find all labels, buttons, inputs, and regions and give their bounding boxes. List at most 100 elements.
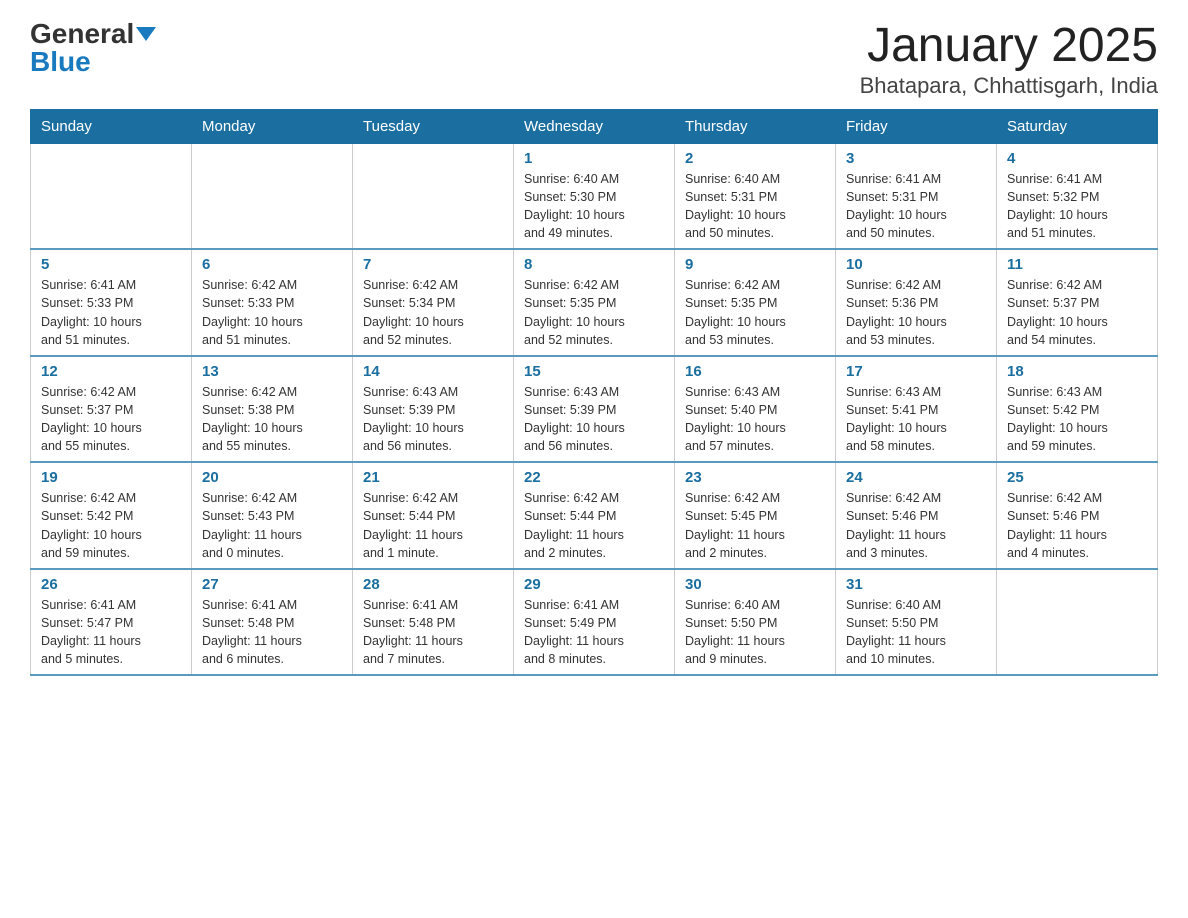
month-title: January 2025 [860, 20, 1158, 73]
calendar-cell: 17 Sunrise: 6:43 AMSunset: 5:41 PMDayligh… [836, 356, 997, 463]
title-section: January 2025 Bhatapara, Chhattisgarh, In… [860, 20, 1158, 99]
days-of-week-row: SundayMondayTuesdayWednesdayThursdayFrid… [31, 109, 1158, 143]
day-number: 23 [685, 469, 825, 486]
day-info: Sunrise: 6:42 AMSunset: 5:37 PMDaylight:… [41, 383, 181, 456]
calendar-cell: 6 Sunrise: 6:42 AMSunset: 5:33 PMDaylight… [192, 249, 353, 356]
day-info: Sunrise: 6:43 AMSunset: 5:42 PMDaylight:… [1007, 383, 1147, 456]
calendar-body: 1 Sunrise: 6:40 AMSunset: 5:30 PMDaylight… [31, 143, 1158, 675]
day-info: Sunrise: 6:41 AMSunset: 5:48 PMDaylight:… [202, 596, 342, 669]
day-number: 10 [846, 256, 986, 273]
day-info: Sunrise: 6:42 AMSunset: 5:34 PMDaylight:… [363, 276, 503, 349]
day-info: Sunrise: 6:43 AMSunset: 5:39 PMDaylight:… [524, 383, 664, 456]
calendar-cell: 16 Sunrise: 6:43 AMSunset: 5:40 PMDayligh… [675, 356, 836, 463]
day-of-week-header: Tuesday [353, 109, 514, 143]
day-info: Sunrise: 6:42 AMSunset: 5:37 PMDaylight:… [1007, 276, 1147, 349]
day-number: 3 [846, 150, 986, 167]
day-number: 31 [846, 576, 986, 593]
day-number: 21 [363, 469, 503, 486]
day-number: 14 [363, 363, 503, 380]
calendar-cell: 24 Sunrise: 6:42 AMSunset: 5:46 PMDayligh… [836, 462, 997, 569]
day-number: 24 [846, 469, 986, 486]
day-info: Sunrise: 6:43 AMSunset: 5:41 PMDaylight:… [846, 383, 986, 456]
calendar-cell: 21 Sunrise: 6:42 AMSunset: 5:44 PMDayligh… [353, 462, 514, 569]
day-info: Sunrise: 6:40 AMSunset: 5:30 PMDaylight:… [524, 170, 664, 243]
day-number: 6 [202, 256, 342, 273]
calendar-cell: 3 Sunrise: 6:41 AMSunset: 5:31 PMDaylight… [836, 143, 997, 249]
calendar-cell: 15 Sunrise: 6:43 AMSunset: 5:39 PMDayligh… [514, 356, 675, 463]
calendar-cell [192, 143, 353, 249]
day-number: 25 [1007, 469, 1147, 486]
calendar-cell: 12Sunrise: 6:42 AMSunset: 5:37 PMDayligh… [31, 356, 192, 463]
calendar-cell: 8 Sunrise: 6:42 AMSunset: 5:35 PMDaylight… [514, 249, 675, 356]
day-info: Sunrise: 6:41 AMSunset: 5:31 PMDaylight:… [846, 170, 986, 243]
day-number: 29 [524, 576, 664, 593]
calendar-cell: 13Sunrise: 6:42 AMSunset: 5:38 PMDayligh… [192, 356, 353, 463]
week-row: 12Sunrise: 6:42 AMSunset: 5:37 PMDayligh… [31, 356, 1158, 463]
logo: General Blue [30, 20, 156, 76]
day-number: 27 [202, 576, 342, 593]
day-of-week-header: Monday [192, 109, 353, 143]
day-of-week-header: Sunday [31, 109, 192, 143]
day-number: 19 [41, 469, 181, 486]
logo-blue-text: Blue [30, 48, 91, 76]
day-number: 2 [685, 150, 825, 167]
day-info: Sunrise: 6:42 AMSunset: 5:35 PMDaylight:… [524, 276, 664, 349]
logo-general-text: General [30, 20, 134, 48]
week-row: 19 Sunrise: 6:42 AMSunset: 5:42 PMDayligh… [31, 462, 1158, 569]
calendar-cell: 1 Sunrise: 6:40 AMSunset: 5:30 PMDaylight… [514, 143, 675, 249]
day-number: 15 [524, 363, 664, 380]
day-info: Sunrise: 6:41 AMSunset: 5:32 PMDaylight:… [1007, 170, 1147, 243]
calendar-cell [997, 569, 1158, 676]
calendar-cell: 22 Sunrise: 6:42 AMSunset: 5:44 PMDayligh… [514, 462, 675, 569]
calendar-cell: 10 Sunrise: 6:42 AMSunset: 5:36 PMDayligh… [836, 249, 997, 356]
day-info: Sunrise: 6:41 AMSunset: 5:48 PMDaylight:… [363, 596, 503, 669]
day-number: 20 [202, 469, 342, 486]
day-info: Sunrise: 6:41 AMSunset: 5:47 PMDaylight:… [41, 596, 181, 669]
day-info: Sunrise: 6:42 AMSunset: 5:46 PMDaylight:… [846, 489, 986, 562]
day-number: 8 [524, 256, 664, 273]
calendar-cell: 4Sunrise: 6:41 AMSunset: 5:32 PMDaylight… [997, 143, 1158, 249]
day-number: 1 [524, 150, 664, 167]
day-info: Sunrise: 6:42 AMSunset: 5:42 PMDaylight:… [41, 489, 181, 562]
day-info: Sunrise: 6:42 AMSunset: 5:33 PMDaylight:… [202, 276, 342, 349]
day-info: Sunrise: 6:43 AMSunset: 5:40 PMDaylight:… [685, 383, 825, 456]
calendar-cell: 26Sunrise: 6:41 AMSunset: 5:47 PMDayligh… [31, 569, 192, 676]
calendar-cell [353, 143, 514, 249]
day-info: Sunrise: 6:42 AMSunset: 5:38 PMDaylight:… [202, 383, 342, 456]
day-info: Sunrise: 6:42 AMSunset: 5:44 PMDaylight:… [524, 489, 664, 562]
calendar-cell: 9Sunrise: 6:42 AMSunset: 5:35 PMDaylight… [675, 249, 836, 356]
day-number: 11 [1007, 256, 1147, 273]
day-number: 17 [846, 363, 986, 380]
calendar-cell: 30Sunrise: 6:40 AMSunset: 5:50 PMDayligh… [675, 569, 836, 676]
calendar-cell [31, 143, 192, 249]
day-number: 28 [363, 576, 503, 593]
day-info: Sunrise: 6:40 AMSunset: 5:31 PMDaylight:… [685, 170, 825, 243]
day-number: 7 [363, 256, 503, 273]
week-row: 1 Sunrise: 6:40 AMSunset: 5:30 PMDaylight… [31, 143, 1158, 249]
calendar-cell: 27 Sunrise: 6:41 AMSunset: 5:48 PMDayligh… [192, 569, 353, 676]
day-info: Sunrise: 6:42 AMSunset: 5:44 PMDaylight:… [363, 489, 503, 562]
calendar-cell: 18 Sunrise: 6:43 AMSunset: 5:42 PMDayligh… [997, 356, 1158, 463]
calendar-cell: 7 Sunrise: 6:42 AMSunset: 5:34 PMDaylight… [353, 249, 514, 356]
calendar-cell: 31 Sunrise: 6:40 AMSunset: 5:50 PMDayligh… [836, 569, 997, 676]
day-info: Sunrise: 6:41 AMSunset: 5:33 PMDaylight:… [41, 276, 181, 349]
day-info: Sunrise: 6:41 AMSunset: 5:49 PMDaylight:… [524, 596, 664, 669]
day-info: Sunrise: 6:42 AMSunset: 5:43 PMDaylight:… [202, 489, 342, 562]
day-number: 18 [1007, 363, 1147, 380]
calendar-cell: 20 Sunrise: 6:42 AMSunset: 5:43 PMDayligh… [192, 462, 353, 569]
day-of-week-header: Friday [836, 109, 997, 143]
calendar-cell: 14Sunrise: 6:43 AMSunset: 5:39 PMDayligh… [353, 356, 514, 463]
week-row: 26Sunrise: 6:41 AMSunset: 5:47 PMDayligh… [31, 569, 1158, 676]
day-info: Sunrise: 6:42 AMSunset: 5:36 PMDaylight:… [846, 276, 986, 349]
week-row: 5Sunrise: 6:41 AMSunset: 5:33 PMDaylight… [31, 249, 1158, 356]
calendar-cell: 11 Sunrise: 6:42 AMSunset: 5:37 PMDayligh… [997, 249, 1158, 356]
calendar-cell: 19 Sunrise: 6:42 AMSunset: 5:42 PMDayligh… [31, 462, 192, 569]
day-info: Sunrise: 6:40 AMSunset: 5:50 PMDaylight:… [846, 596, 986, 669]
page-header: General Blue January 2025 Bhatapara, Chh… [30, 20, 1158, 99]
logo-triangle-icon [136, 27, 156, 41]
calendar-cell: 29 Sunrise: 6:41 AMSunset: 5:49 PMDayligh… [514, 569, 675, 676]
day-number: 9 [685, 256, 825, 273]
day-number: 22 [524, 469, 664, 486]
calendar-cell: 23Sunrise: 6:42 AMSunset: 5:45 PMDayligh… [675, 462, 836, 569]
day-number: 16 [685, 363, 825, 380]
